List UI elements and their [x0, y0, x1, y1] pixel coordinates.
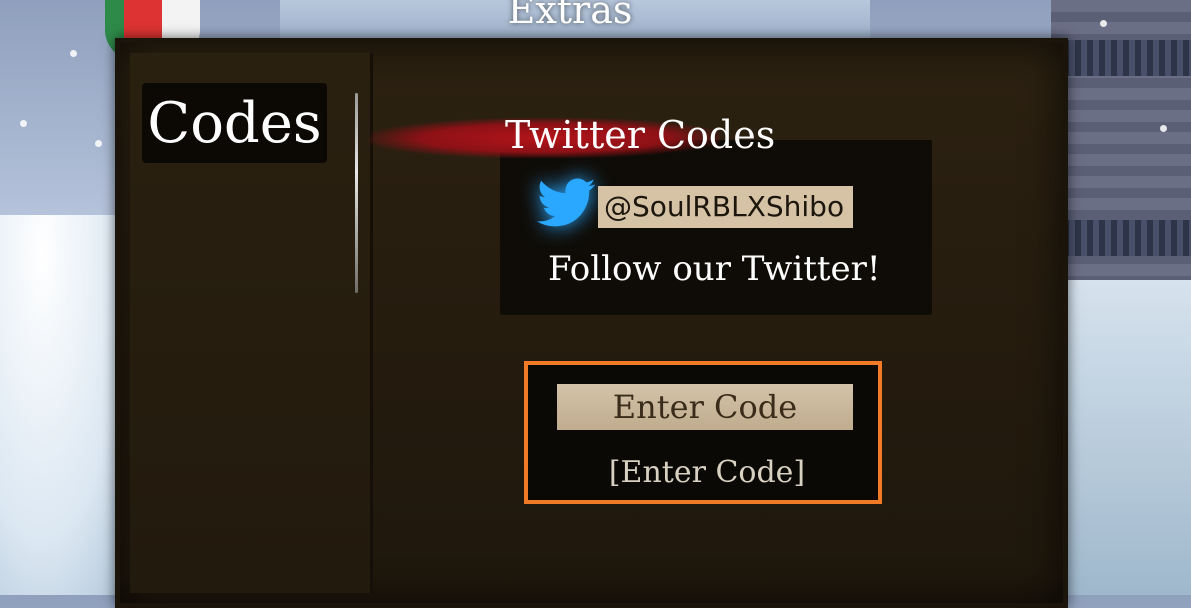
- tab-codes[interactable]: Codes: [142, 83, 327, 163]
- snowflake: [70, 50, 77, 57]
- twitter-bird-icon: [536, 178, 596, 227]
- sidebar: Codes: [130, 53, 373, 593]
- twitter-handle: @SoulRBLXShibo: [598, 186, 853, 228]
- snowflake: [20, 120, 27, 127]
- snowflake: [1100, 20, 1107, 27]
- sidebar-scrollbar[interactable]: [355, 93, 358, 293]
- extras-title: Extras: [507, 0, 633, 32]
- code-input[interactable]: [575, 448, 839, 496]
- snow-ground-right: [1051, 275, 1191, 595]
- background-building: [1051, 0, 1191, 280]
- twitter-codes-heading: Twitter Codes: [505, 113, 776, 157]
- snowflake: [1160, 125, 1167, 132]
- snowflake: [95, 140, 102, 147]
- enter-code-button[interactable]: Enter Code: [557, 384, 853, 430]
- follow-twitter-text: Follow our Twitter!: [548, 249, 881, 289]
